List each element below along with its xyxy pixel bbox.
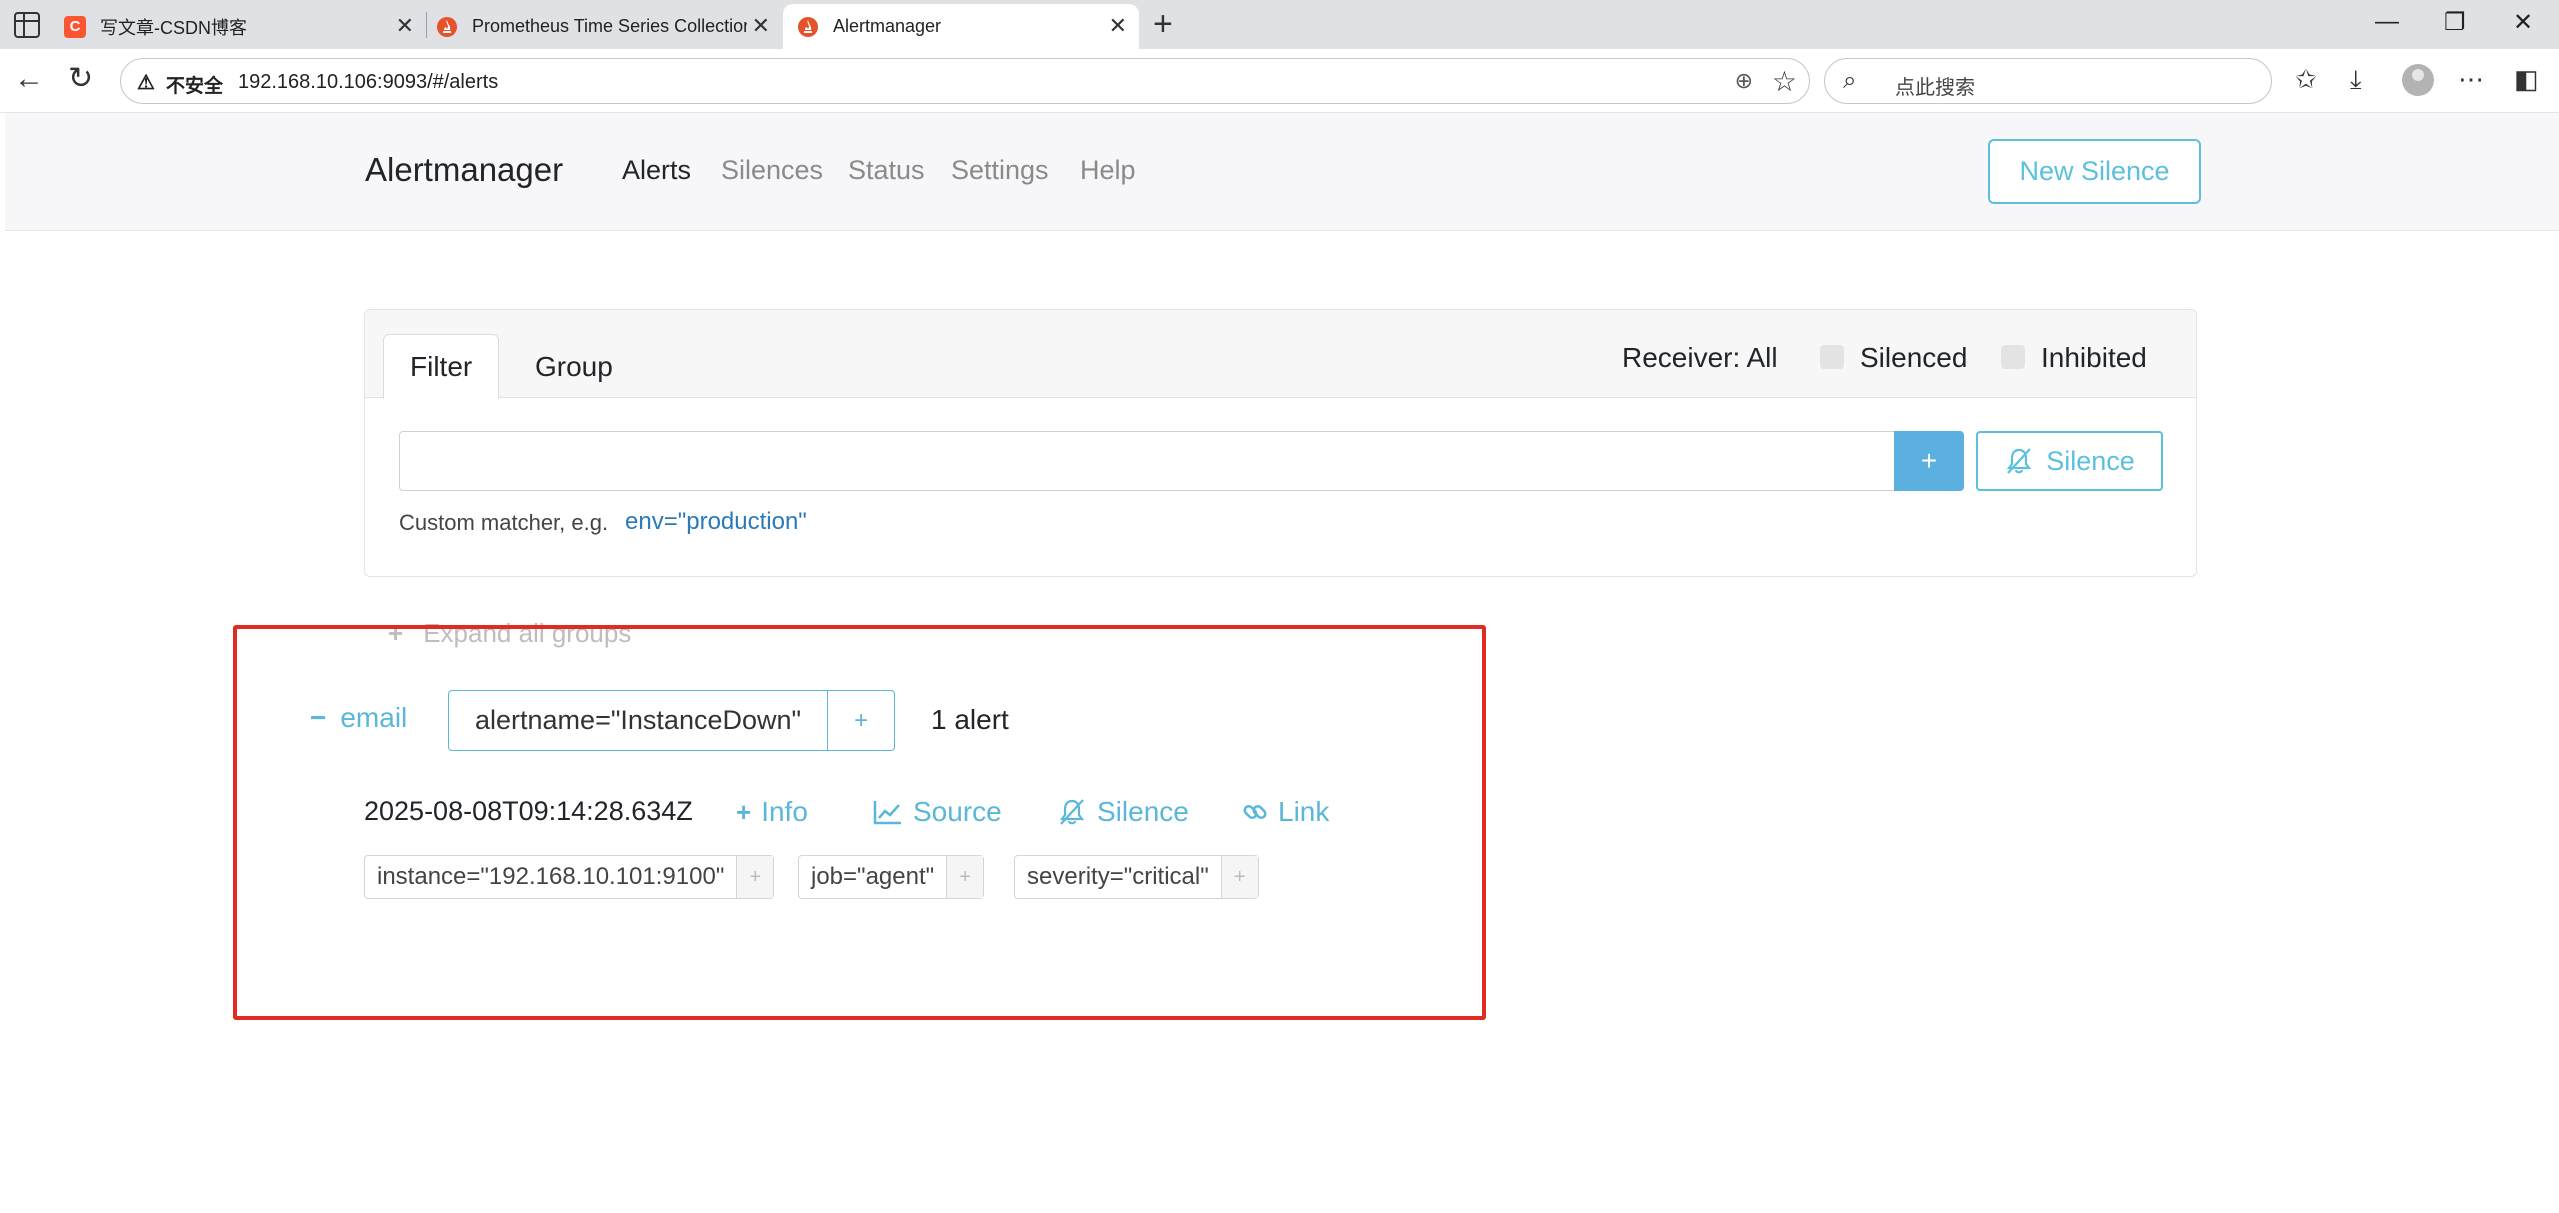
sidebar-icon[interactable]: ◧ <box>2514 65 2539 93</box>
annotation-highlight-box <box>233 625 1486 1020</box>
more-icon[interactable]: ⋯ <box>2458 65 2484 93</box>
add-matcher-button[interactable]: + <box>1894 431 1964 491</box>
nav-status[interactable]: Status <box>848 155 925 186</box>
search-input[interactable]: ⌕ 点此搜索 <box>1824 58 2272 104</box>
reload-icon[interactable]: ↻ <box>68 63 93 95</box>
avatar[interactable] <box>2402 64 2434 96</box>
close-icon[interactable]: ✕ <box>1109 15 1127 37</box>
matcher-input[interactable] <box>399 431 1895 491</box>
browser-tab-alertmanager[interactable]: Alertmanager ✕ <box>783 4 1139 49</box>
matcher-hint-example: env="production" <box>625 508 807 535</box>
tab-actions-icon[interactable] <box>14 12 40 38</box>
filter-card: Filter Group Receiver: All Silenced Inhi… <box>364 309 2197 577</box>
new-tab-icon[interactable]: + <box>1153 6 1173 42</box>
download-icon[interactable]: ⤓ <box>2350 65 2362 93</box>
browser-tab-csdn[interactable]: C 写文章-CSDN博客 ✕ <box>64 4 426 49</box>
nav-help[interactable]: Help <box>1080 155 1136 186</box>
minimize-icon[interactable]: — <box>2375 8 2399 36</box>
url-field[interactable]: ⚠ 不安全 192.168.10.106:9093/#/alerts ⊕ ☆ <box>120 58 1810 104</box>
silenced-checkbox[interactable] <box>1820 345 1844 369</box>
url-text[interactable]: 192.168.10.106:9093/#/alerts <box>238 71 498 94</box>
nav-settings[interactable]: Settings <box>951 155 1049 186</box>
browser-address-bar: ← ↻ ⚠ 不安全 192.168.10.106:9093/#/alerts ⊕… <box>0 49 2559 113</box>
search-placeholder: 点此搜索 <box>1895 77 1975 99</box>
close-window-icon[interactable]: ✕ <box>2513 8 2533 37</box>
restore-icon[interactable]: ❐ <box>2444 8 2466 37</box>
matcher-hint: Custom matcher, e.g. <box>399 510 609 535</box>
tab-group[interactable]: Group <box>509 334 639 399</box>
receiver-dropdown[interactable]: Receiver: All <box>1622 342 1778 374</box>
filter-card-header: Filter Group Receiver: All Silenced Inhi… <box>365 310 2196 399</box>
new-silence-button[interactable]: New Silence <box>1988 139 2201 204</box>
zoom-icon[interactable]: ⊕ <box>1735 68 1753 94</box>
brand-title[interactable]: Alertmanager <box>365 151 563 189</box>
app-navbar: Alertmanager Alerts Silences Status Sett… <box>5 113 2559 231</box>
inhibited-label[interactable]: Inhibited <box>2041 342 2147 374</box>
browser-tab-bar: C 写文章-CSDN博客 ✕ Prometheus Time Series Co… <box>0 0 2559 49</box>
prometheus-logo-icon <box>436 16 458 38</box>
silence-filter-button[interactable]: Silence <box>1976 431 2163 491</box>
tab-filter[interactable]: Filter <box>383 334 500 399</box>
close-icon[interactable]: ✕ <box>752 15 770 37</box>
nav-alerts[interactable]: Alerts <box>622 155 691 186</box>
silenced-label[interactable]: Silenced <box>1860 342 1967 374</box>
tab-separator <box>426 12 427 38</box>
search-icon: ⌕ <box>1843 67 1857 94</box>
favorites-icon[interactable]: ✩ <box>2295 65 2317 93</box>
nav-silences[interactable]: Silences <box>721 155 823 186</box>
browser-tab-prometheus[interactable]: Prometheus Time Series Collection and Pr… <box>436 4 782 49</box>
warning-icon: ⚠ <box>137 72 155 94</box>
silence-filter-label: Silence <box>2046 445 2135 476</box>
tab-title: Alertmanager <box>833 16 942 36</box>
inhibited-checkbox[interactable] <box>2001 345 2025 369</box>
favorite-star-icon[interactable]: ☆ <box>1772 65 1797 98</box>
security-label[interactable]: 不安全 <box>166 71 223 98</box>
csdn-logo-icon: C <box>64 15 86 38</box>
tab-title: Prometheus Time Series Collection and Pr… <box>472 16 747 36</box>
close-icon[interactable]: ✕ <box>396 15 414 37</box>
back-icon[interactable]: ← <box>14 63 44 95</box>
bell-slash-icon <box>2007 448 2032 474</box>
prometheus-logo-icon <box>797 16 819 38</box>
tab-title: 写文章-CSDN博客 <box>100 17 247 38</box>
